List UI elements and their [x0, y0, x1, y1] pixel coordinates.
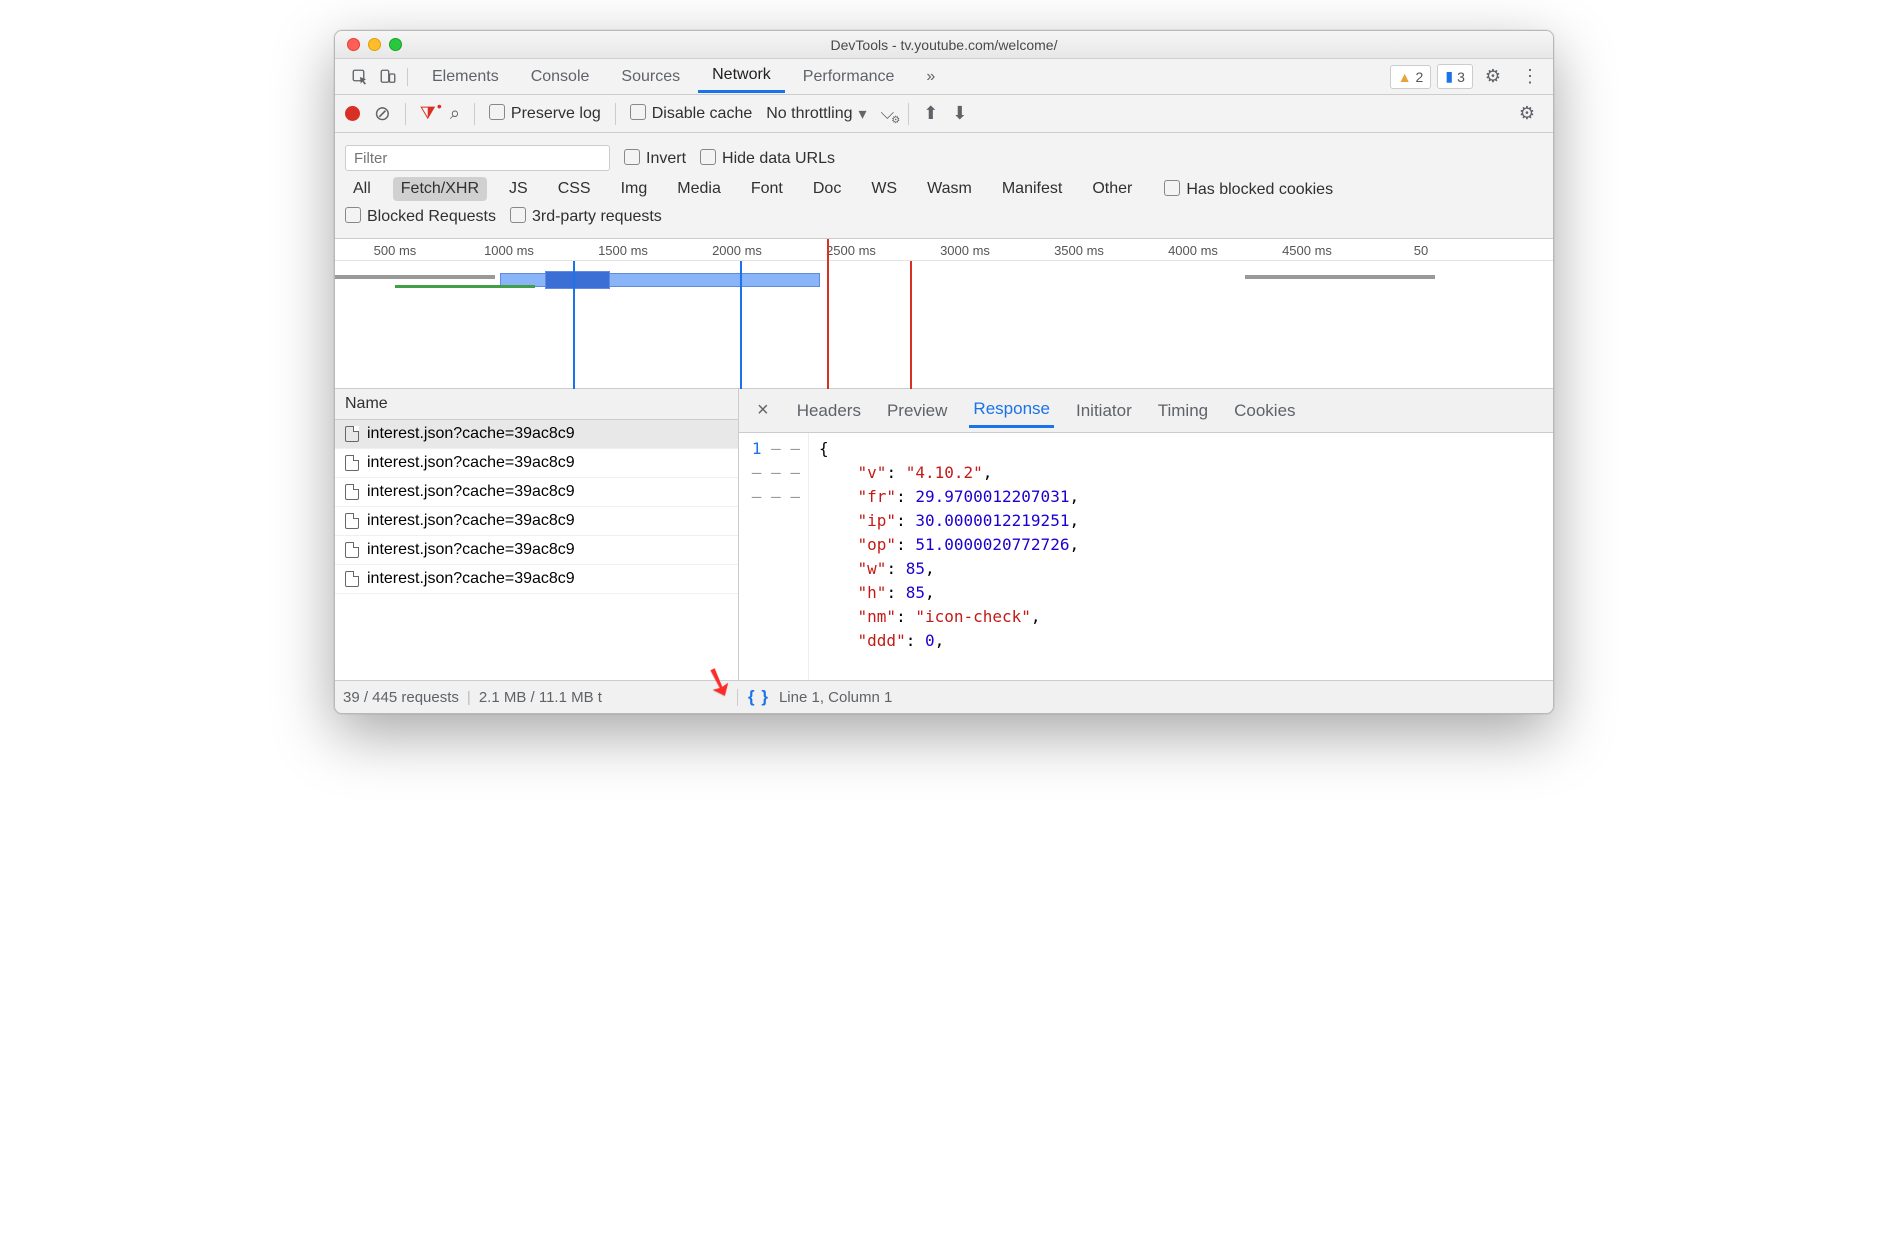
request-name: interest.json?cache=39ac8c9: [367, 454, 575, 472]
timeline-tick: 4500 ms: [1282, 243, 1332, 258]
detail-tab-headers[interactable]: Headers: [793, 395, 865, 427]
has-blocked-cookies-checkbox[interactable]: Has blocked cookies: [1164, 180, 1333, 199]
timeline-tick: 2000 ms: [712, 243, 762, 258]
request-name: interest.json?cache=39ac8c9: [367, 512, 575, 530]
window-title: DevTools - tv.youtube.com/welcome/: [425, 37, 1463, 53]
file-icon: [345, 571, 359, 587]
cursor-position: Line 1, Column 1: [779, 689, 892, 706]
request-detail-split: Name interest.json?cache=39ac8c9 interest…: [335, 389, 1553, 681]
status-requests: 39 / 445 requests: [343, 689, 459, 706]
tab-performance[interactable]: Performance: [789, 62, 909, 92]
detail-tab-initiator[interactable]: Initiator: [1072, 395, 1136, 427]
detail-tab-preview[interactable]: Preview: [883, 395, 951, 427]
device-icon[interactable]: [379, 68, 397, 86]
tab-sources[interactable]: Sources: [607, 62, 694, 92]
detail-tab-cookies[interactable]: Cookies: [1230, 395, 1299, 427]
network-toolbar: ⊘ ⧩ ⌕ Preserve log Disable cache No thro…: [335, 95, 1553, 133]
record-icon[interactable]: [345, 106, 360, 121]
response-source[interactable]: 1 – – – – – – – – { "v": "4.10.2", "fr":…: [739, 433, 1553, 680]
request-row[interactable]: interest.json?cache=39ac8c9: [335, 420, 738, 449]
request-name: interest.json?cache=39ac8c9: [367, 570, 575, 588]
filter-input[interactable]: [345, 145, 610, 171]
request-name: interest.json?cache=39ac8c9: [367, 425, 575, 443]
request-detail-panel: × Headers Preview Response Initiator Tim…: [739, 389, 1553, 680]
timeline-tick: 1000 ms: [484, 243, 534, 258]
network-settings-icon[interactable]: ⚙: [1511, 103, 1543, 124]
settings-icon[interactable]: ⚙: [1477, 66, 1509, 87]
zoom-icon[interactable]: [389, 38, 402, 51]
tab-more[interactable]: »: [912, 62, 949, 92]
blocked-requests-checkbox[interactable]: Blocked Requests: [345, 207, 496, 226]
file-icon: [345, 484, 359, 500]
timeline-tick: 2500 ms: [826, 243, 876, 258]
status-transfer: 2.1 MB / 11.1 MB t: [479, 689, 602, 706]
type-wasm[interactable]: Wasm: [919, 177, 980, 201]
disable-cache-checkbox[interactable]: Disable cache: [630, 104, 753, 123]
traffic-lights: [335, 38, 425, 51]
type-ws[interactable]: WS: [863, 177, 905, 201]
file-icon: [345, 513, 359, 529]
type-css[interactable]: CSS: [550, 177, 599, 201]
request-name: interest.json?cache=39ac8c9: [367, 541, 575, 559]
request-row[interactable]: interest.json?cache=39ac8c9: [335, 507, 738, 536]
detail-tab-timing[interactable]: Timing: [1154, 395, 1212, 427]
request-row[interactable]: interest.json?cache=39ac8c9: [335, 449, 738, 478]
timeline-overview[interactable]: 500 ms 1000 ms 1500 ms 2000 ms 2500 ms 3000 m…: [335, 239, 1553, 389]
export-icon[interactable]: ⬇: [952, 103, 967, 124]
third-party-checkbox[interactable]: 3rd-party requests: [510, 207, 662, 226]
type-js[interactable]: JS: [501, 177, 536, 201]
timeline-tick: 500 ms: [374, 243, 417, 258]
more-icon[interactable]: ⋮: [1513, 66, 1547, 87]
main-tabstrip: Elements Console Sources Network Perform…: [335, 59, 1553, 95]
search-icon[interactable]: ⌕: [450, 103, 460, 124]
hide-data-urls-checkbox[interactable]: Hide data URLs: [700, 149, 835, 168]
pretty-print-icon[interactable]: { }: [748, 687, 769, 707]
timeline-tick: 3500 ms: [1054, 243, 1104, 258]
tab-elements[interactable]: Elements: [418, 62, 513, 92]
request-list-header: Name: [335, 389, 738, 420]
titlebar: DevTools - tv.youtube.com/welcome/: [335, 31, 1553, 59]
detail-tab-response[interactable]: Response: [969, 393, 1054, 428]
filter-bar: Invert Hide data URLs All Fetch/XHR JS C…: [335, 133, 1553, 239]
messages-badge[interactable]: ▮3: [1437, 64, 1473, 89]
status-bar: 39 / 445 requests | 2.1 MB / 11.1 MB t ➘…: [335, 681, 1553, 713]
type-all[interactable]: All: [345, 177, 379, 201]
close-detail-icon[interactable]: ×: [751, 399, 775, 422]
file-icon: [345, 455, 359, 471]
invert-checkbox[interactable]: Invert: [624, 149, 686, 168]
timeline-tick: 50: [1414, 243, 1428, 258]
clear-icon[interactable]: ⊘: [374, 101, 391, 126]
request-list-panel: Name interest.json?cache=39ac8c9 interest…: [335, 389, 739, 680]
type-doc[interactable]: Doc: [805, 177, 849, 201]
timeline-tick: 3000 ms: [940, 243, 990, 258]
type-fetch[interactable]: Fetch/XHR: [393, 177, 487, 201]
timeline-tick: 1500 ms: [598, 243, 648, 258]
network-conditions-icon[interactable]: ⌵⚙: [881, 103, 895, 124]
request-row[interactable]: interest.json?cache=39ac8c9: [335, 536, 738, 565]
file-icon: [345, 426, 359, 442]
close-icon[interactable]: [347, 38, 360, 51]
throttling-select[interactable]: No throttling▾: [766, 104, 866, 124]
timeline-tick: 4000 ms: [1168, 243, 1218, 258]
type-other[interactable]: Other: [1084, 177, 1140, 201]
request-row[interactable]: interest.json?cache=39ac8c9: [335, 565, 738, 594]
type-manifest[interactable]: Manifest: [994, 177, 1070, 201]
warnings-badge[interactable]: ▲2: [1390, 65, 1432, 89]
file-icon: [345, 542, 359, 558]
preserve-log-checkbox[interactable]: Preserve log: [489, 104, 601, 123]
type-media[interactable]: Media: [669, 177, 729, 201]
tab-network[interactable]: Network: [698, 60, 785, 93]
inspect-icon[interactable]: [351, 68, 369, 86]
filter-icon[interactable]: ⧩: [420, 103, 436, 124]
tab-console[interactable]: Console: [517, 62, 604, 92]
devtools-window: DevTools - tv.youtube.com/welcome/ Eleme…: [334, 30, 1554, 714]
type-img[interactable]: Img: [613, 177, 656, 201]
import-icon[interactable]: ⬆: [923, 103, 938, 124]
minimize-icon[interactable]: [368, 38, 381, 51]
request-row[interactable]: interest.json?cache=39ac8c9: [335, 478, 738, 507]
request-name: interest.json?cache=39ac8c9: [367, 483, 575, 501]
type-font[interactable]: Font: [743, 177, 791, 201]
